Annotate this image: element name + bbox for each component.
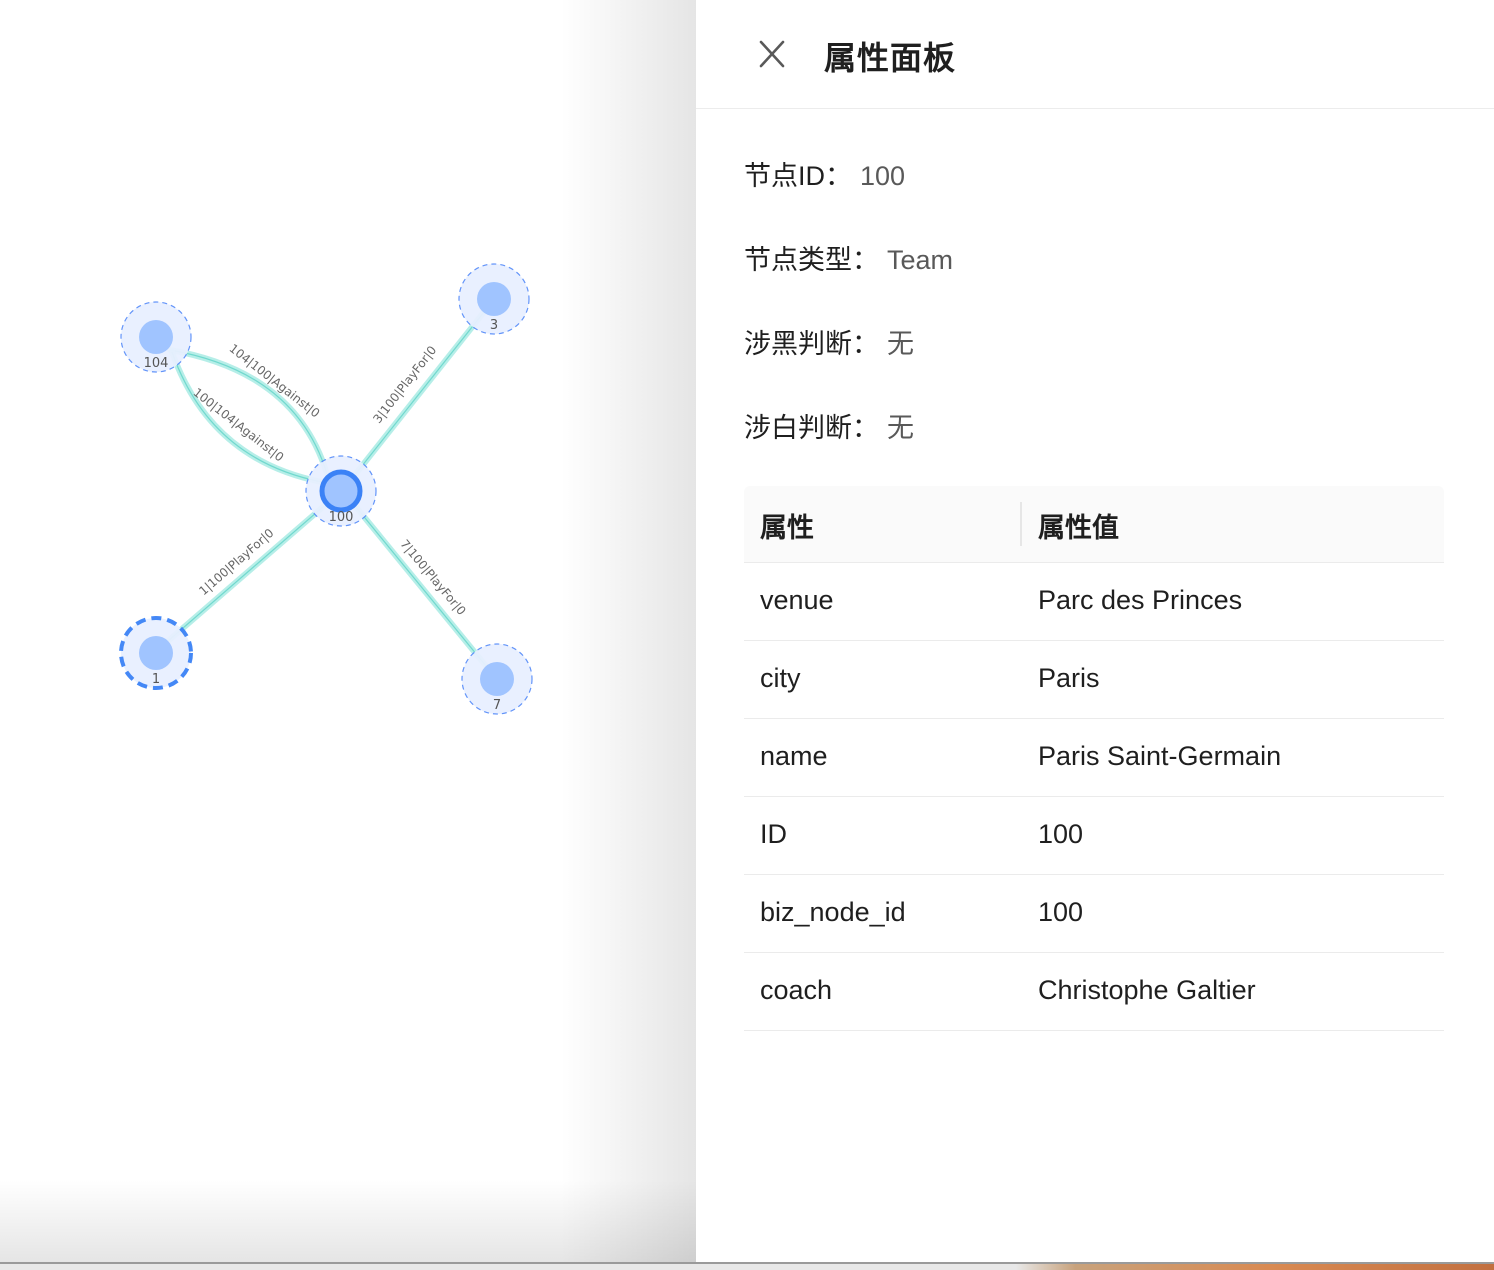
row-value: 100 (1038, 819, 1084, 849)
graph-edge-core (353, 311, 485, 477)
row-value: Paris Saint-Germain (1038, 741, 1282, 771)
node-label: 7 (493, 698, 501, 713)
edge-label: 104|100|Against|0 (227, 341, 323, 420)
property-table: 属性 属性值 venue Parc des Princes city Paris… (744, 486, 1444, 1031)
graph-node-7[interactable]: 7 (461, 643, 533, 715)
node-type-row: 节点类型： Team (744, 242, 953, 278)
white-judgment-value: 无 (887, 413, 914, 443)
row-value: Christophe Galtier (1038, 975, 1256, 1005)
row-key: city (760, 663, 801, 693)
node-label: 1 (152, 672, 160, 687)
black-judgment-label: 涉黑判断： (744, 329, 879, 359)
black-judgment-row: 涉黑判断： 无 (744, 326, 914, 362)
node-id-row: 节点ID： 100 (744, 158, 905, 194)
row-key: venue (760, 585, 834, 615)
table-row: ID 100 (744, 797, 1444, 875)
node-label: 3 (490, 318, 498, 333)
graph-svg[interactable]: 104|100|Against|0100|104|Against|0 3|100|… (0, 0, 696, 1262)
node-core (480, 662, 514, 696)
node-type-value: Team (887, 245, 954, 275)
row-value: 100 (1038, 897, 1084, 927)
table-row: city Paris (744, 641, 1444, 719)
graph-edge-core (167, 505, 325, 642)
header-property: 属性 (760, 513, 814, 543)
header-divider (1020, 502, 1022, 546)
row-key: biz_node_id (760, 897, 906, 927)
node-type-label: 节点类型： (744, 245, 879, 275)
panel-title: 属性面板 (824, 40, 957, 76)
node-id-value: 100 (860, 161, 906, 191)
graph-node-100[interactable]: 100 (305, 455, 377, 527)
row-key: name (760, 741, 828, 771)
node-id-label: 节点ID： (744, 161, 852, 191)
white-judgment-row: 涉白判断： 无 (744, 410, 914, 446)
property-panel: 属性面板 节点ID： 100 节点类型： Team 涉黑判断： 无 涉白判断： 无 属性… (696, 0, 1494, 1258)
table-row: name Paris Saint-Germain (744, 719, 1444, 797)
black-judgment-value: 无 (887, 329, 914, 359)
row-value: Paris (1038, 663, 1100, 693)
node-core (319, 469, 363, 513)
graph-canvas[interactable]: 104|100|Against|0 100|104|Against|0 3|100|… (0, 0, 696, 1262)
table-row: biz_node_id 100 (744, 875, 1444, 953)
header-value: 属性值 (1038, 513, 1119, 543)
row-key: coach (760, 975, 833, 1005)
close-icon[interactable] (756, 38, 788, 70)
graph-node-104[interactable]: 104 (120, 301, 192, 373)
node-core (139, 320, 173, 354)
window-edge (0, 1262, 1494, 1264)
edge-label: 100|104|Against|0 (191, 385, 287, 464)
node-core (477, 282, 511, 316)
white-judgment-label: 涉白判断： (744, 413, 879, 443)
table-row: coach Christophe Galtier (744, 953, 1444, 1031)
table-header: 属性 属性值 (744, 486, 1444, 563)
node-label: 100 (329, 510, 354, 525)
table-row: venue Parc des Princes (744, 563, 1444, 641)
node-core (139, 636, 173, 670)
panel-header: 属性面板 (696, 0, 1494, 109)
row-key: ID (760, 819, 787, 849)
graph-node-1[interactable]: 1 (119, 616, 193, 690)
node-label: 104 (144, 356, 169, 371)
graph-node-3[interactable]: 3 (458, 263, 530, 335)
row-value: Parc des Princes (1038, 585, 1243, 615)
edge-label: 1|100|PlayFor|0 (196, 526, 276, 598)
graph-edge-core (355, 506, 487, 667)
